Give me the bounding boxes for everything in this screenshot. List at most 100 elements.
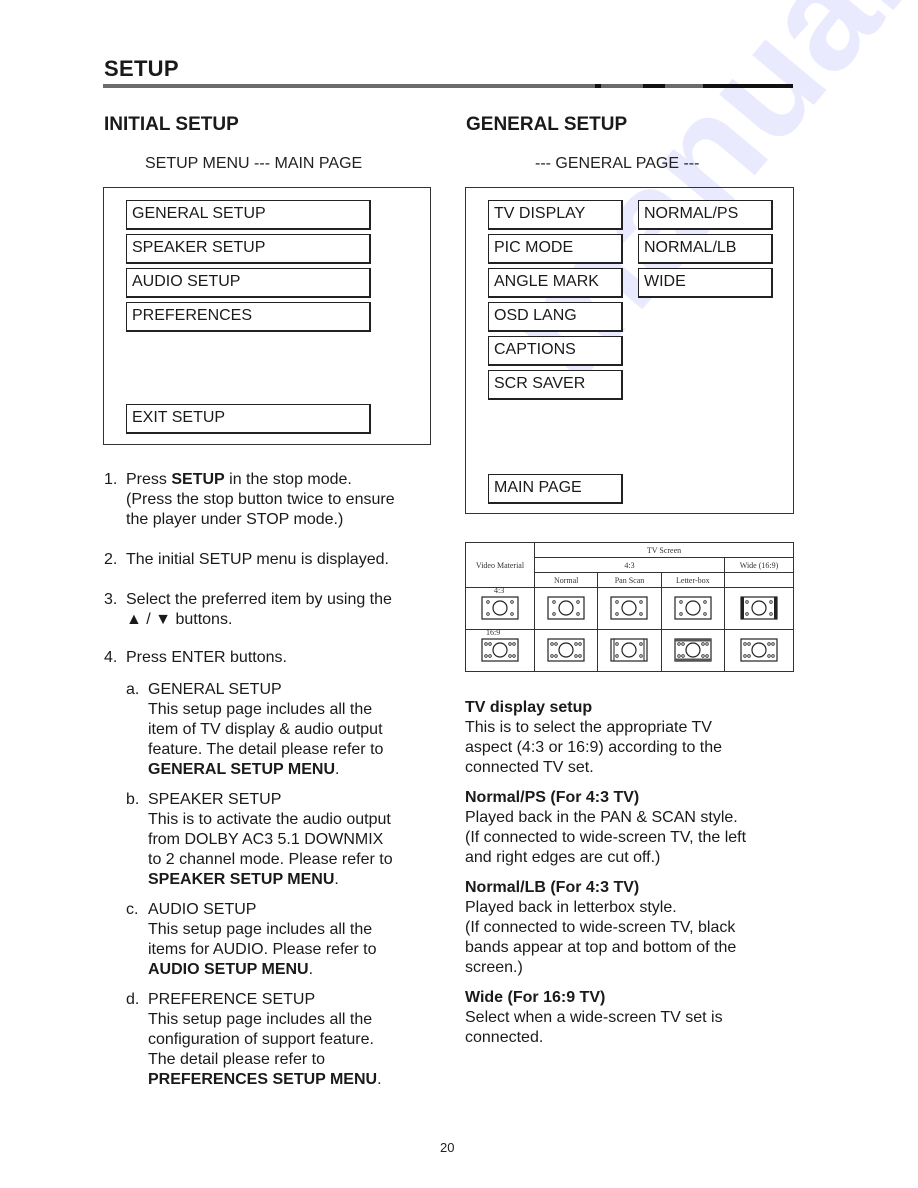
tv-screen-letterbox-icon [662,636,724,666]
substep-letter: d. [126,991,140,1008]
option-wide[interactable]: WIDE [638,268,773,298]
description-line: Played back in letterbox style. [465,899,677,916]
exit-setup-button[interactable]: EXIT SETUP [126,404,371,434]
row-label-43: 4:3 [494,586,505,595]
ratio-43-header: 4:3 [534,557,725,573]
step-text: Select the preferred item by using the [126,591,392,608]
substep-text: configuration of support feature. [148,1031,374,1048]
description-line: screen.) [465,959,523,976]
main-page-caption: SETUP MENU --- MAIN PAGE [145,155,363,172]
substep-letter: c. [126,901,139,918]
description-line: (If connected to wide-screen TV, black [465,919,736,936]
tv-screen-wide-icon [725,636,793,666]
tv-cell [724,629,794,672]
tv-screen-panscan-icon [598,636,660,666]
page-number: 20 [440,1140,455,1155]
steps-list: 1. Press SETUP in the stop mode. (Press th… [104,470,444,670]
menu-item-angle-mark[interactable]: ANGLE MARK [488,268,623,298]
tv-cell [597,629,662,672]
option-normal-lb[interactable]: NORMAL/LB [638,234,773,264]
step-number: 3. [104,591,118,608]
substep-letter: b. [126,791,140,808]
tv-cell [660,629,726,672]
tv-cell [724,587,794,630]
tv-cell [660,587,726,630]
step-text: Press SETUP in the stop mode. [126,471,352,488]
tv-screen-icon [598,594,660,624]
setup-main-menu: GENERAL SETUP SPEAKER SETUP AUDIO SETUP … [103,187,431,445]
description-line: Select when a wide-screen TV set is [465,1009,723,1026]
step-text: Press ENTER buttons. [126,649,287,666]
menu-item-pic-mode[interactable]: PIC MODE [488,234,623,264]
video-material-header: Video Material [465,542,535,588]
menu-item-audio-setup[interactable]: AUDIO SETUP [126,268,371,298]
initial-setup-heading: INITIAL SETUP [104,114,239,135]
step-text: ▲ / ▼ buttons. [126,611,233,628]
description-title: TV display setup [465,699,593,716]
mode-letterbox-header: Letter-box [660,572,726,588]
description-line: This is to select the appropriate TV [465,719,712,736]
description-title: Normal/LB (For 4:3 TV) [465,879,640,896]
description-line: aspect (4:3 or 16:9) according to the [465,739,723,756]
material-43-cell: 4:3 [465,586,535,630]
mode-pan-scan-header: Pan Scan [597,572,662,588]
menu-item-speaker-setup[interactable]: SPEAKER SETUP [126,234,371,264]
menu-item-scr-saver[interactable]: SCR SAVER [488,370,623,400]
tv-display-descriptions: TV display setup This is to select the ap… [465,698,805,1058]
description-line: bands appear at top and bottom of the [465,939,737,956]
substep-text: GENERAL SETUP [148,681,282,698]
tv-screen-wide-icon [535,636,597,666]
substep-text: item of TV display & audio output [148,721,383,738]
substep-text: This setup page includes all the [148,701,373,718]
description-block: TV display setup This is to select the ap… [465,698,805,778]
wide-empty-header [724,572,794,588]
substep-text: to 2 channel mode. Please refer to [148,851,393,868]
substep-text: PREFERENCES SETUP MENU. [148,1071,382,1088]
substep-text: SPEAKER SETUP MENU. [148,871,339,888]
menu-item-osd-lang[interactable]: OSD LANG [488,302,623,332]
description-block: Wide (For 16:9 TV) Select when a wide-scr… [465,988,805,1048]
menu-item-preferences[interactable]: PREFERENCES [126,302,371,332]
substep-text: This setup page includes all the [148,921,373,938]
step-number: 1. [104,471,118,488]
substep-text: feature. The detail please refer to [148,741,384,758]
general-page-caption: --- GENERAL PAGE --- [535,155,700,172]
substep-text: The detail please refer to [148,1051,325,1068]
tv-screen-wide-icon [466,636,534,666]
tv-screen-icon [466,594,534,624]
tv-cell [597,587,662,630]
step-text: (Press the stop button twice to ensure [126,491,395,508]
substep-text: from DOLBY AC3 5.1 DOWNMIX [148,831,384,848]
substep-text: items for AUDIO. Please refer to [148,941,377,958]
option-normal-ps[interactable]: NORMAL/PS [638,200,773,230]
general-page-menu: TV DISPLAY PIC MODE ANGLE MARK OSD LANG … [465,187,794,514]
substep-text: GENERAL SETUP MENU. [148,761,340,778]
description-title: Normal/PS (For 4:3 TV) [465,789,640,806]
substep-letter: a. [126,681,140,698]
tv-screen-header: TV Screen [534,542,794,558]
menu-item-captions[interactable]: CAPTIONS [488,336,623,366]
wide-header: Wide (16:9) [724,557,794,573]
row-label-169: 16:9 [486,628,501,637]
description-line: connected TV set. [465,759,594,776]
tv-screen-icon [662,594,724,624]
description-line: Played back in the PAN & SCAN style. [465,809,738,826]
description-line: (If connected to wide-screen TV, the lef… [465,829,747,846]
main-page-button[interactable]: MAIN PAGE [488,474,623,504]
step-text: the player under STOP mode.) [126,511,344,528]
description-line: connected. [465,1029,544,1046]
substeps-list: a. GENERAL SETUP This setup page includes … [126,680,446,1100]
table-row-43: 4:3 [465,586,794,630]
description-block: Normal/PS (For 4:3 TV) Played back in the… [465,788,805,868]
description-line: and right edges are cut off.) [465,849,661,866]
tv-screen-icon [535,594,597,624]
menu-item-tv-display[interactable]: TV DISPLAY [488,200,623,230]
substep-text: SPEAKER SETUP [148,791,282,808]
menu-item-general-setup[interactable]: GENERAL SETUP [126,200,371,230]
mode-normal-header: Normal [533,572,599,588]
step-number: 2. [104,551,118,568]
step-text: The initial SETUP menu is displayed. [126,551,389,568]
substep-text: PREFERENCE SETUP [148,991,316,1008]
substep-text: This setup page includes all the [148,1011,373,1028]
general-setup-heading: GENERAL SETUP [466,114,628,135]
